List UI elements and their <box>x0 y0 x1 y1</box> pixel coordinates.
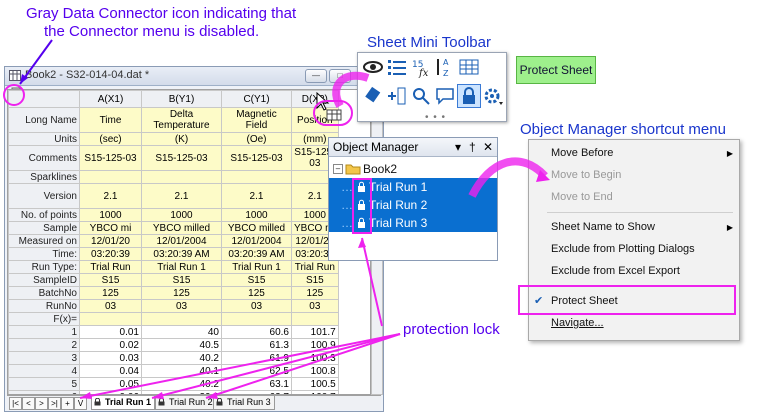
annotation-arrows <box>19 39 550 399</box>
arrow-to-tab-2 <box>151 333 401 399</box>
arrow-to-tab-1 <box>79 333 401 399</box>
arrow-to-om-lock <box>361 237 383 327</box>
